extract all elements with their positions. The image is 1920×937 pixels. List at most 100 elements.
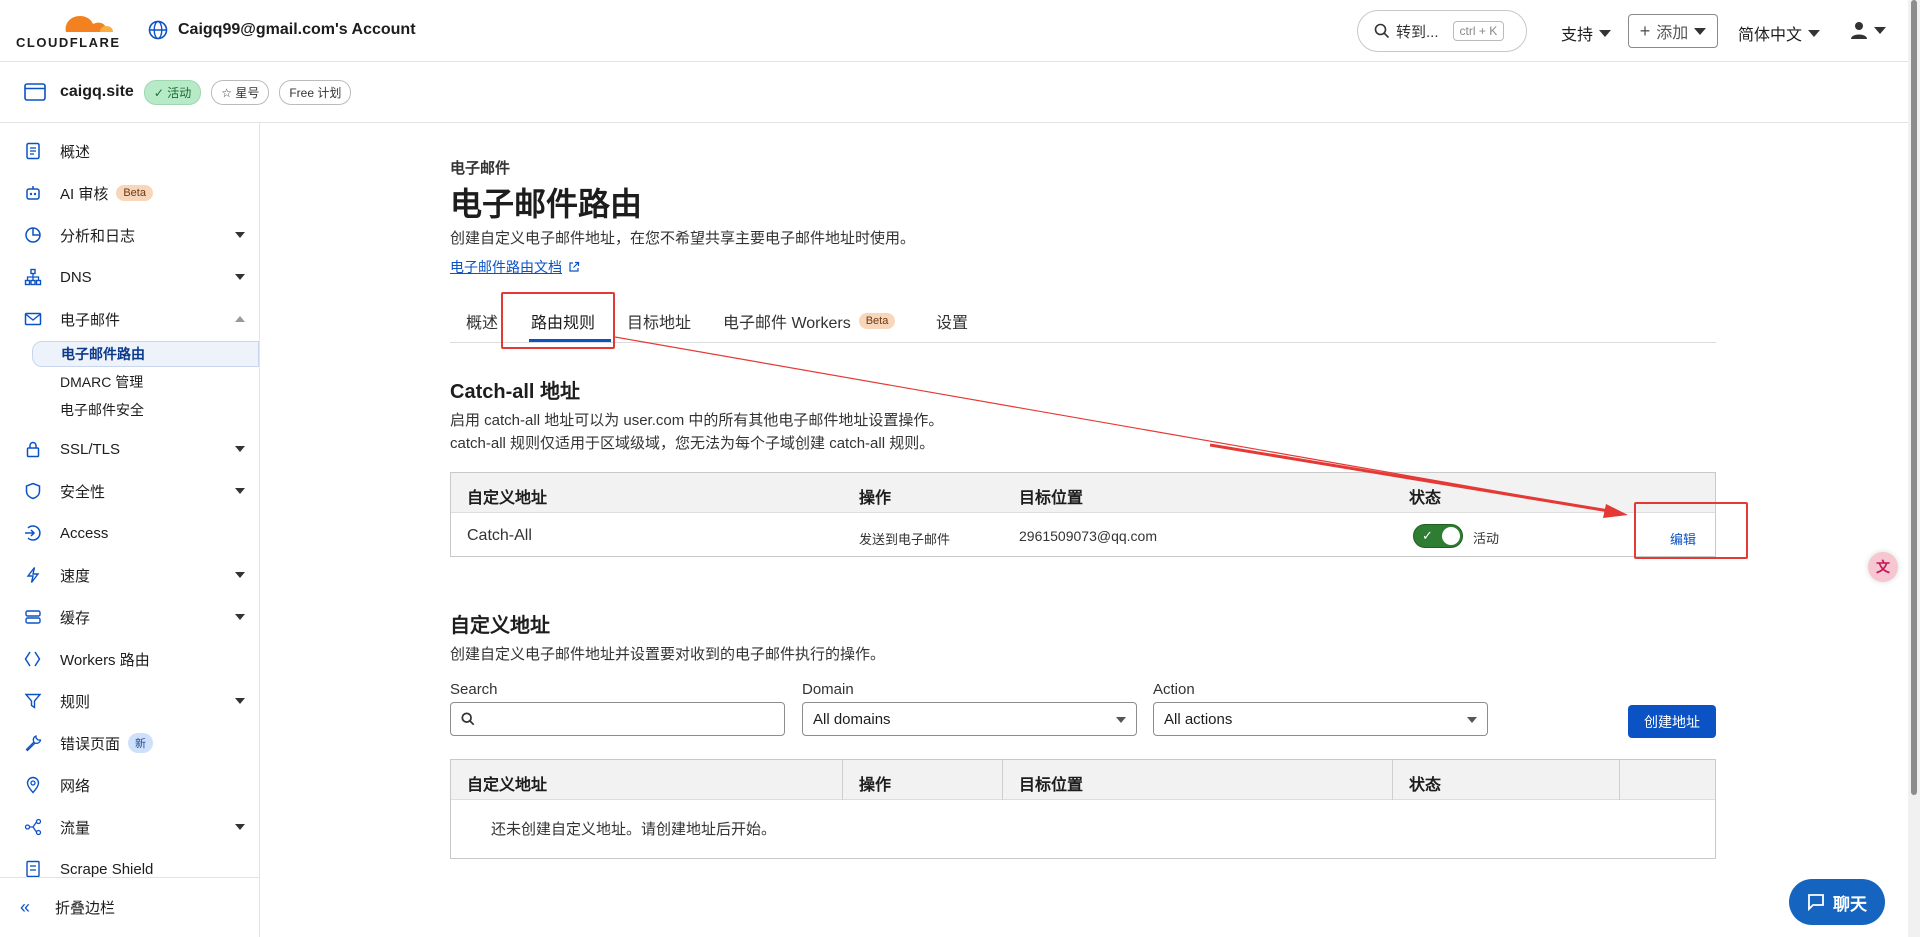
catch-all-toggle[interactable]: ✓ (1413, 524, 1463, 548)
chart-pie-icon (25, 227, 41, 243)
page-description: 创建自定义电子邮件地址，在您不希望共享主要电子邮件地址时使用。 (450, 230, 916, 247)
sidebar-subitem-email-routing[interactable]: 电子邮件路由 (32, 341, 259, 367)
beta-badge: Beta (116, 185, 153, 201)
tab-email-workers[interactable]: 电子邮件 Workers Beta (723, 309, 896, 333)
sidebar-item-cache[interactable]: 缓存 (0, 601, 259, 633)
search-label: 转到... (1396, 23, 1439, 41)
chevron-down-icon (235, 698, 245, 704)
custom-address-table: 自定义地址 操作 目标位置 状态 还未创建自定义地址。请创建地址后开始。 (450, 759, 1716, 859)
search-input[interactable] (450, 702, 785, 736)
language-menu[interactable]: 简体中文 (1738, 21, 1821, 45)
cloudflare-logo[interactable]: CLOUDFLARE (16, 10, 124, 50)
add-button[interactable]: + 添加 (1628, 14, 1718, 48)
docs-link[interactable]: 电子邮件路由文档 (450, 257, 580, 277)
search-icon (461, 712, 475, 726)
logo-wordmark: CLOUDFLARE (16, 35, 121, 50)
search-icon (1374, 23, 1390, 39)
sidebar-item-error-pages[interactable]: 错误页面 新 (0, 727, 259, 759)
catch-all-table: 自定义地址 操作 目标位置 状态 Catch-All 发送到电子邮件 29615… (450, 472, 1716, 557)
breadcrumb[interactable]: 电子邮件 (450, 157, 510, 178)
chevron-down-icon (1874, 26, 1886, 34)
plan-badge[interactable]: Free 计划 (279, 79, 352, 105)
annotation-box-edit (1634, 502, 1748, 559)
create-address-button[interactable]: 创建地址 (1628, 705, 1716, 738)
top-header: CLOUDFLARE Caigq99@gmail.com's Account 转… (0, 0, 1908, 62)
domain-select[interactable]: All domains (802, 702, 1137, 736)
sidebar-item-traffic[interactable]: 流量 (0, 811, 259, 843)
search-label: Search (450, 681, 498, 698)
chevron-up-icon (235, 316, 245, 322)
workers-icon (24, 651, 41, 667)
tab-overview[interactable]: 概述 (466, 309, 498, 333)
access-icon (25, 525, 41, 541)
sidebar-item-analytics[interactable]: 分析和日志 (0, 219, 259, 251)
empty-state-text: 还未创建自定义地址。请创建地址后开始。 (491, 821, 777, 838)
account-switcher[interactable]: Caigq99@gmail.com's Account (148, 20, 416, 40)
browser-window-icon (24, 83, 46, 101)
support-menu[interactable]: 支持 (1561, 21, 1612, 45)
sidebar-item-ai-audit[interactable]: AI 审核 Beta (0, 177, 259, 209)
chevron-down-icon (235, 614, 245, 620)
collapse-label: 折叠边栏 (55, 900, 116, 917)
chevron-down-icon (1467, 717, 1477, 723)
sidebar-item-access[interactable]: Access (0, 517, 259, 549)
column-header: 目标位置 (1019, 777, 1084, 794)
action-value: All actions (1164, 710, 1233, 728)
chat-button[interactable]: 聊天 (1789, 879, 1885, 925)
catch-all-text-2: catch-all 规则仅适用于区域级域，您无法为每个子域创建 catch-al… (450, 435, 935, 452)
tab-email-workers-label: 电子邮件 Workers (723, 315, 851, 332)
zone-status-label: 活动 (167, 85, 192, 100)
translate-widget[interactable]: 文 (1868, 552, 1898, 582)
globe-icon (148, 20, 168, 40)
sidebar-item-ssl-tls[interactable]: SSL/TLS (0, 433, 259, 465)
sidebar-item-workers-routes[interactable]: Workers 路由 (0, 643, 259, 675)
sidebar-item-label: Scrape Shield (60, 860, 154, 878)
zone-bar: caigq.site ✓ 活动 ☆ 星号 Free 计划 (0, 62, 1908, 123)
sidebar-item-label: 错误页面 (60, 735, 121, 753)
collapse-sidebar-button[interactable]: « 折叠边栏 (0, 877, 259, 937)
sidebar-subitem-dmarc[interactable]: DMARC 管理 (32, 369, 259, 395)
add-label: 添加 (1656, 25, 1689, 42)
robot-icon (26, 186, 40, 200)
sidebar-item-dns[interactable]: DNS (0, 261, 259, 293)
double-chevron-left-icon: « (20, 897, 31, 917)
sidebar: 概述 AI 审核 Beta 分析和日志 DNS 电子邮件 电子邮件路由 DMAR… (0, 123, 260, 937)
database-icon (25, 610, 41, 624)
check-icon: ✓ (1422, 528, 1433, 543)
cloud-logo-icon (65, 16, 113, 32)
action-label: Action (1153, 681, 1195, 698)
column-divider (1619, 760, 1620, 800)
chevron-down-icon (1116, 717, 1126, 723)
sidebar-item-label: Access (60, 524, 109, 542)
sidebar-item-email[interactable]: 电子邮件 (0, 303, 259, 335)
tab-destination-addresses[interactable]: 目标地址 (627, 309, 691, 333)
chevron-down-icon (1599, 29, 1612, 37)
page-scrollbar[interactable] (1908, 0, 1920, 937)
domain-label: Domain (802, 681, 854, 698)
column-header: 自定义地址 (467, 490, 548, 507)
user-menu[interactable] (1850, 21, 1886, 39)
action-select[interactable]: All actions (1153, 702, 1488, 736)
sidebar-item-label: 缓存 (60, 609, 91, 627)
table-header: 自定义地址 操作 目标位置 状态 (451, 760, 1715, 800)
sidebar-item-network[interactable]: 网络 (0, 769, 259, 801)
sidebar-item-overview[interactable]: 概述 (0, 135, 259, 167)
sidebar-item-label: 规则 (60, 693, 91, 711)
sidebar-subitem-email-security[interactable]: 电子邮件安全 (32, 397, 259, 423)
goto-search[interactable]: 转到... ctrl + K (1357, 10, 1527, 52)
support-label: 支持 (1561, 27, 1594, 44)
sidebar-item-security[interactable]: 安全性 (0, 475, 259, 507)
beta-badge: Beta (858, 313, 896, 329)
sidebar-item-label: SSL/TLS (60, 440, 121, 458)
chat-label: 聊天 (1833, 894, 1867, 914)
scrollbar-thumb[interactable] (1911, 0, 1917, 795)
star-icon: ☆ (221, 85, 236, 100)
tab-settings[interactable]: 设置 (936, 309, 968, 333)
filter-bar: Search Domain All domains Action All act… (450, 681, 1716, 741)
zone-name[interactable]: caigq.site (60, 83, 134, 101)
user-icon (1851, 22, 1867, 39)
sidebar-item-speed[interactable]: 速度 (0, 559, 259, 591)
star-button[interactable]: ☆ 星号 (211, 79, 270, 105)
sidebar-item-rules[interactable]: 规则 (0, 685, 259, 717)
catch-all-destination: 2961509073@qq.com (1019, 528, 1157, 544)
